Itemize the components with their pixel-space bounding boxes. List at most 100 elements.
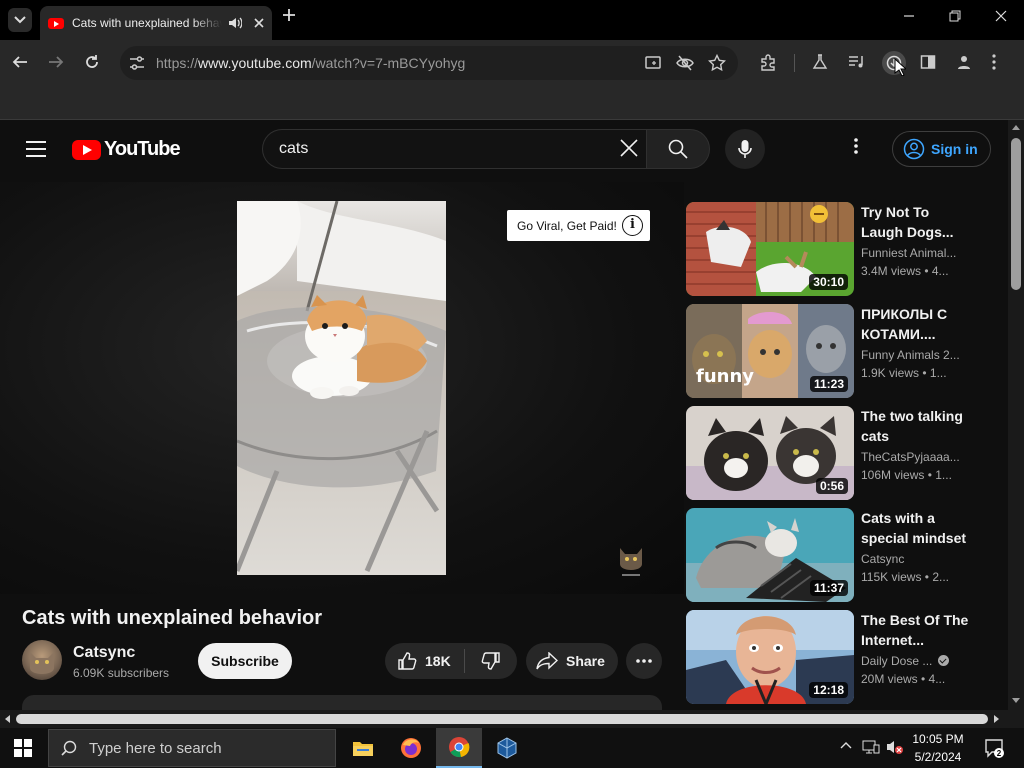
back-arrow-icon[interactable] (12, 54, 32, 70)
recommendation-channel[interactable]: Funniest Animal... (861, 246, 961, 260)
recommendation-thumbnail[interactable]: 11:37 (686, 508, 854, 602)
verified-badge-icon (938, 655, 950, 666)
window-restore-icon[interactable] (949, 10, 961, 22)
scroll-down-arrow-icon[interactable] (1012, 698, 1020, 704)
cast-icon[interactable] (644, 54, 662, 72)
recommendation-item[interactable]: 11:37 Cats with a special mindset Catsyn… (686, 508, 986, 604)
recommendation-title[interactable]: Try Not To Laugh Dogs... (861, 202, 969, 242)
recommendation-item[interactable]: 0:56 The two talking cats TheCatsPyjaaaa… (686, 406, 986, 502)
channel-avatar[interactable] (22, 640, 62, 680)
recommendation-item[interactable]: 12:18 The Best Of The Internet... Daily … (686, 610, 986, 706)
site-info-icon[interactable] (128, 54, 146, 72)
video-title: Cats with unexplained behavior (22, 607, 323, 629)
file-explorer-icon[interactable] (340, 728, 386, 768)
video-player[interactable]: Go Viral, Get Paid! i (0, 182, 684, 594)
like-dislike-group: 18K (385, 643, 517, 679)
description-box[interactable] (22, 695, 662, 710)
recommendation-item[interactable]: 30:10 Try Not To Laugh Dogs... Funniest … (686, 202, 986, 298)
recommendation-channel[interactable]: Funny Animals 2... (861, 348, 961, 362)
recommendation-meta: 106M views • 1... (861, 468, 952, 482)
recommendation-item[interactable]: funny 11:23 ПРИКОЛЫ С КОТАМИ.... Funny A… (686, 304, 986, 400)
chrome-menu-icon[interactable] (992, 54, 1012, 70)
scroll-right-arrow-icon[interactable] (994, 715, 1000, 723)
cat-video-image (237, 201, 446, 575)
channel-name[interactable]: Catsync (73, 644, 135, 662)
virtualbox-icon[interactable] (484, 728, 530, 768)
recommendation-title[interactable]: The two talking cats (861, 406, 969, 446)
clear-search-icon[interactable] (619, 138, 639, 158)
subscribe-button[interactable]: Subscribe (198, 643, 292, 679)
window-close-icon[interactable] (995, 10, 1007, 22)
forward-arrow-icon[interactable] (48, 54, 68, 70)
search-input[interactable]: cats (262, 129, 646, 169)
tab-search-button[interactable] (8, 8, 32, 32)
taskbar-clock-date[interactable]: 5/2/2024 (898, 750, 978, 764)
profile-icon[interactable] (956, 54, 976, 70)
ad-overlay-banner[interactable]: Go Viral, Get Paid! i (507, 210, 650, 241)
scroll-up-arrow-icon[interactable] (1012, 124, 1020, 130)
recommendation-channel[interactable]: Daily Dose ... (861, 654, 961, 668)
vertical-scrollbar-thumb[interactable] (1011, 138, 1021, 290)
extensions-puzzle-icon[interactable] (759, 54, 779, 72)
search-icon (668, 139, 688, 159)
recommendation-title[interactable]: Cats with a special mindset (861, 508, 969, 548)
settings-more-icon[interactable] (854, 138, 858, 154)
speaker-icon[interactable] (228, 17, 242, 29)
svg-text:2: 2 (997, 749, 1002, 758)
dislike-button[interactable] (465, 643, 517, 679)
toolbar-divider (794, 54, 795, 72)
voice-search-button[interactable] (725, 129, 765, 169)
search-query-text: cats (279, 140, 309, 157)
url-scheme: https:// (156, 55, 199, 71)
video-frame[interactable] (237, 201, 446, 575)
side-panel-icon[interactable] (920, 54, 940, 70)
scroll-left-arrow-icon[interactable] (4, 715, 10, 723)
video-duration: 11:37 (809, 580, 848, 596)
tab-close-icon[interactable] (254, 18, 264, 28)
recommendation-channel[interactable]: TheCatsPyjaaaa... (861, 450, 961, 464)
media-control-icon[interactable] (848, 54, 868, 70)
channel-subscriber-count: 6.09K subscribers (73, 666, 170, 680)
thumbnail-overlay-text: funny (696, 366, 755, 387)
info-icon[interactable]: i (622, 215, 643, 236)
taskbar-search-box[interactable]: Type here to search (48, 729, 336, 767)
recommendation-title[interactable]: The Best Of The Internet... (861, 610, 969, 650)
recommendation-thumbnail[interactable]: 0:56 (686, 406, 854, 500)
window-minimize-icon[interactable] (903, 10, 915, 22)
sign-in-button[interactable]: Sign in (892, 131, 991, 167)
recommendation-title[interactable]: ПРИКОЛЫ С КОТАМИ.... (861, 304, 969, 344)
microphone-icon (738, 140, 752, 158)
url-text[interactable]: https://www.youtube.com/watch?v=7-mBCYyo… (156, 55, 465, 71)
vertical-scrollbar[interactable] (1008, 120, 1024, 710)
new-tab-plus-icon[interactable] (282, 8, 296, 22)
recommendation-thumbnail[interactable]: 30:10 (686, 202, 854, 296)
horizontal-scrollbar[interactable] (0, 710, 1024, 728)
browser-tab-active[interactable]: Cats with unexplained behavior (40, 6, 272, 40)
start-button[interactable] (0, 728, 46, 768)
labs-flask-icon[interactable] (812, 54, 832, 70)
horizontal-scrollbar-thumb[interactable] (16, 714, 988, 724)
youtube-logo[interactable]: YouTube (72, 138, 181, 161)
share-button[interactable]: Share (526, 643, 618, 679)
channel-watermark-icon[interactable] (616, 542, 646, 582)
firefox-icon[interactable] (388, 728, 434, 768)
bookmark-star-icon[interactable] (708, 54, 726, 72)
recommendation-meta: 20M views • 4... (861, 672, 946, 686)
address-bar[interactable]: https://www.youtube.com/watch?v=7-mBCYyo… (120, 46, 738, 80)
like-button[interactable]: 18K (385, 643, 464, 679)
reload-icon[interactable] (84, 54, 104, 70)
network-icon[interactable] (862, 739, 880, 755)
taskbar-clock-time[interactable]: 10:05 PM (898, 732, 978, 746)
search-button[interactable] (646, 129, 710, 169)
chrome-icon[interactable] (436, 728, 482, 768)
eye-off-icon[interactable] (676, 54, 694, 72)
recommendation-channel[interactable]: Catsync (861, 552, 961, 566)
guide-menu-icon[interactable] (26, 141, 46, 157)
more-actions-button[interactable] (626, 643, 662, 679)
windows-logo-icon (14, 739, 32, 757)
recommendation-thumbnail[interactable]: 12:18 (686, 610, 854, 704)
notification-center-icon[interactable]: 2 (984, 738, 1004, 758)
tray-chevron-up-icon[interactable] (840, 741, 852, 749)
chevron-down-icon (14, 16, 26, 24)
recommendation-thumbnail[interactable]: funny 11:23 (686, 304, 854, 398)
